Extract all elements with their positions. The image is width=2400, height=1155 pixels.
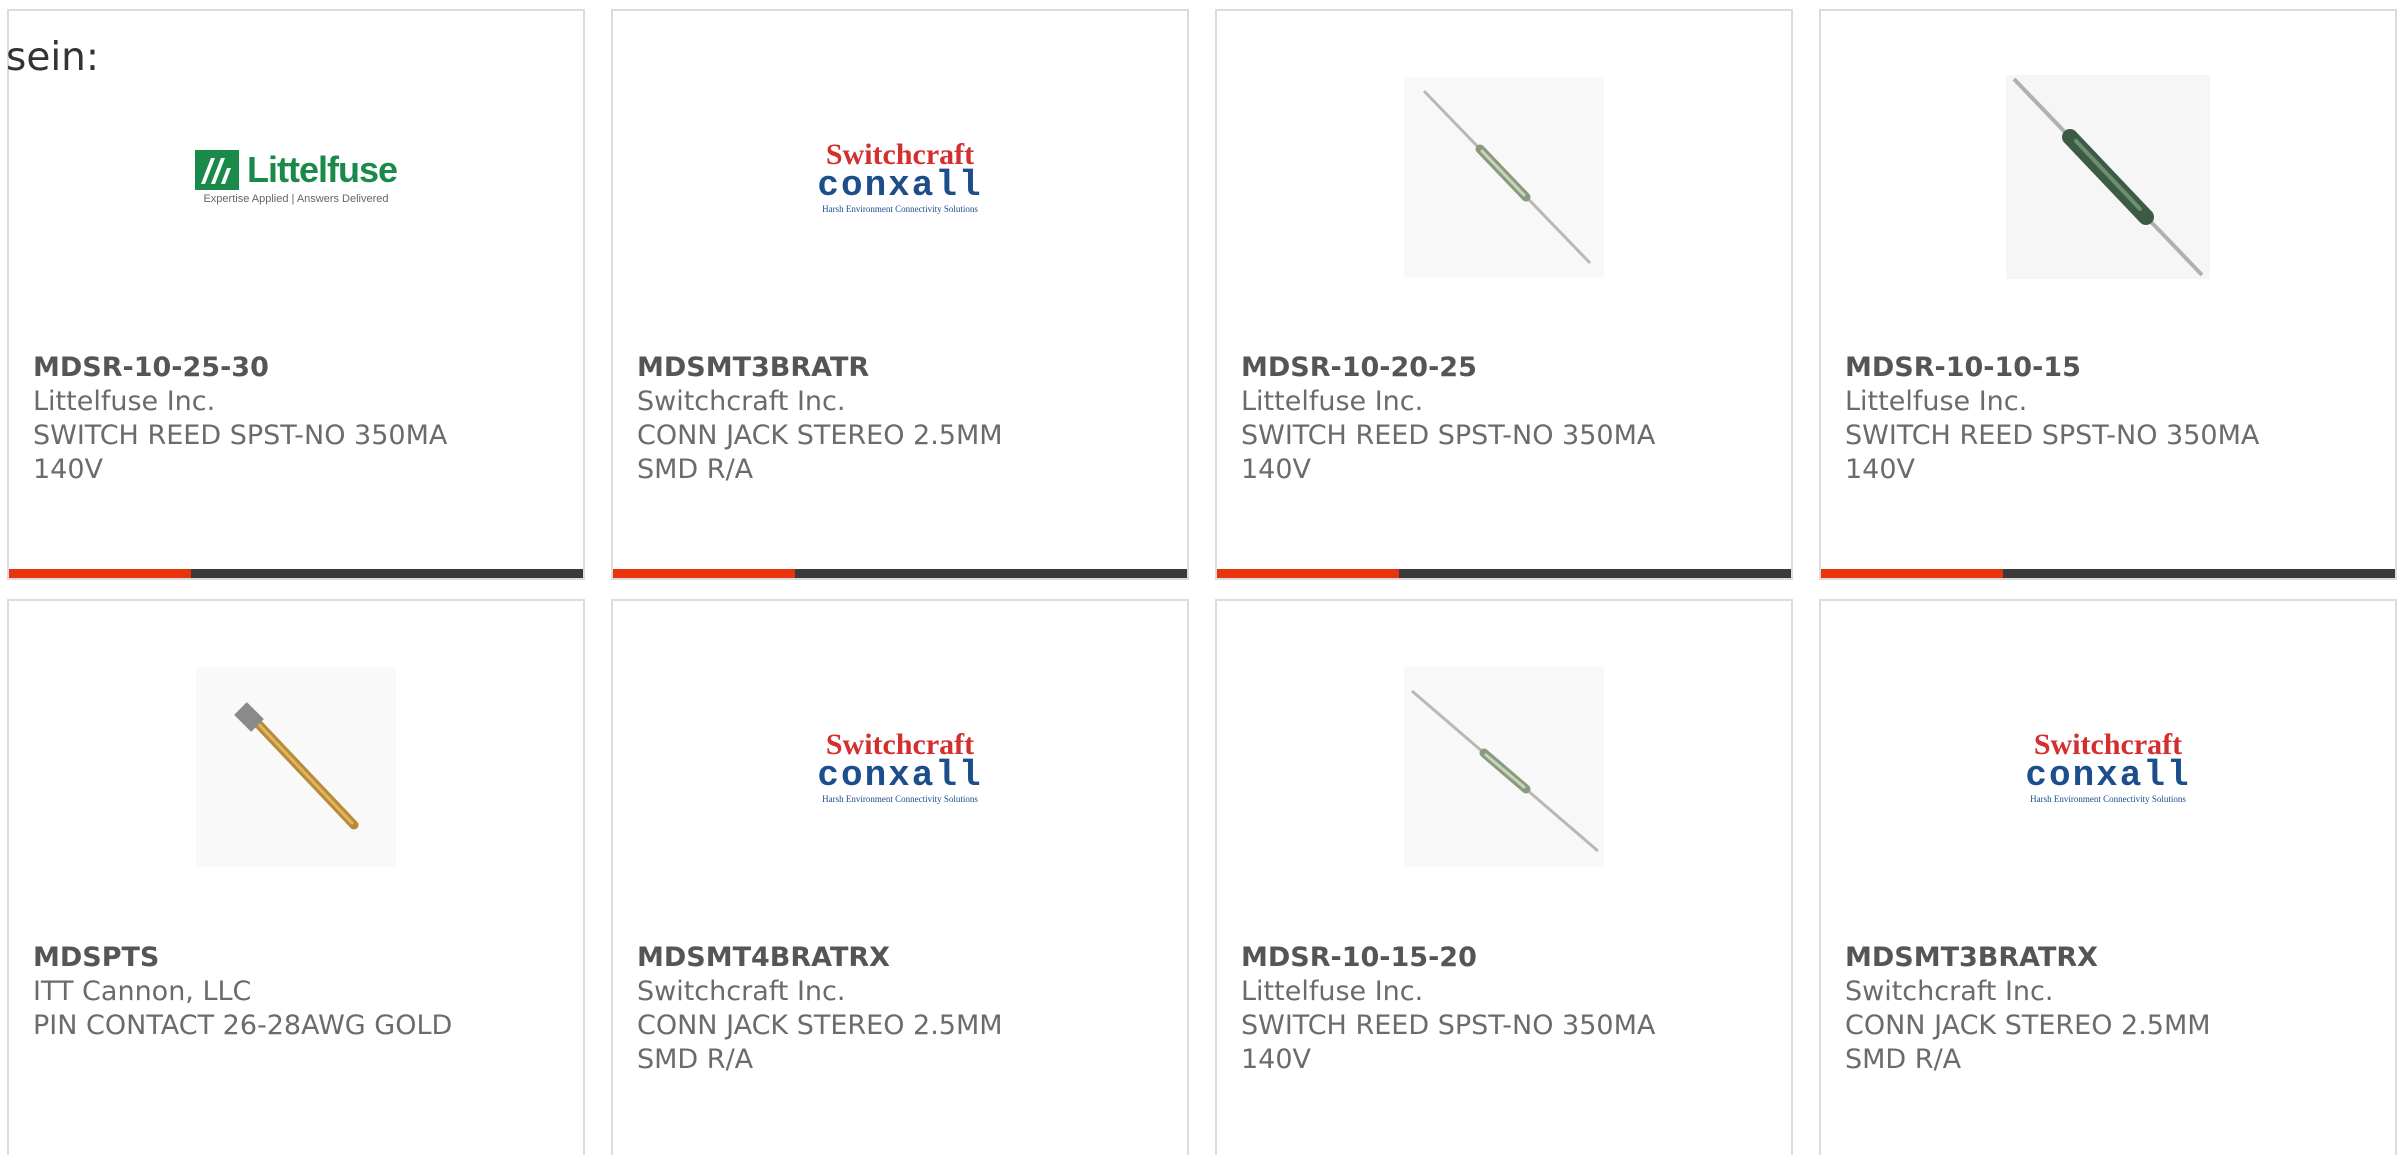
part-number[interactable]: MDSR-10-10-15	[1845, 351, 2371, 385]
product-image[interactable]: Switchcraft conxall Harsh Environment Co…	[613, 77, 1187, 277]
product-image[interactable]: Littelfuse Expertise Applied | Answers D…	[9, 77, 583, 277]
manufacturer: Littelfuse Inc.	[1241, 976, 1424, 1007]
manufacturer: Littelfuse Inc.	[33, 386, 216, 417]
product-info: MDSMT4BRATRX Switchcraft Inc. CONN JACK …	[637, 941, 1163, 1077]
description: SWITCH REED SPST-NO 350MA 140V	[33, 420, 448, 485]
manufacturer: Switchcraft Inc.	[637, 976, 846, 1007]
reed-switch-photo	[2006, 75, 2210, 279]
description: SWITCH REED SPST-NO 350MA 140V	[1845, 420, 2260, 485]
pin-contact-photo	[196, 667, 396, 867]
part-number[interactable]: MDSR-10-15-20	[1241, 941, 1767, 975]
switchcraft-tagline: Harsh Environment Connectivity Solutions	[822, 204, 978, 214]
conxall-wordmark: conxall	[817, 755, 983, 796]
card-accent-bar	[613, 569, 795, 578]
product-info: MDSMT3BRATRX Switchcraft Inc. CONN JACK …	[1845, 941, 2371, 1077]
product-card[interactable]: Switchcraft conxall Harsh Environment Co…	[611, 599, 1189, 1155]
switchcraft-tagline: Harsh Environment Connectivity Solutions	[2030, 794, 2186, 804]
littelfuse-logo: Littelfuse Expertise Applied | Answers D…	[194, 149, 398, 205]
card-bottom-bar	[613, 569, 1187, 578]
reed-switch-photo	[1404, 667, 1604, 867]
description: CONN JACK STEREO 2.5MM SMD R/A	[1845, 1010, 2211, 1075]
manufacturer: Switchcraft Inc.	[637, 386, 846, 417]
manufacturer: Littelfuse Inc.	[1845, 386, 2028, 417]
product-card[interactable]: Switchcraft conxall Harsh Environment Co…	[1819, 599, 2397, 1155]
littelfuse-mark-icon	[194, 150, 239, 190]
product-image[interactable]	[1217, 77, 1791, 277]
part-number[interactable]: MDSMT4BRATRX	[637, 941, 1163, 975]
switchcraft-conxall-logo: Switchcraft conxall Harsh Environment Co…	[817, 140, 982, 214]
card-accent-bar	[9, 569, 191, 578]
product-image[interactable]	[1217, 667, 1791, 867]
switchcraft-tagline: Harsh Environment Connectivity Solutions	[822, 794, 978, 804]
littelfuse-tagline: Expertise Applied | Answers Delivered	[203, 193, 389, 205]
part-number[interactable]: MDSPTS	[33, 941, 559, 975]
product-card[interactable]: Littelfuse Expertise Applied | Answers D…	[7, 9, 585, 580]
product-info: MDSR-10-25-30 Littelfuse Inc. SWITCH REE…	[33, 351, 559, 487]
product-card[interactable]: MDSR-10-20-25 Littelfuse Inc. SWITCH REE…	[1215, 9, 1793, 580]
intro-text: sein:	[6, 35, 100, 80]
product-info: MDSR-10-10-15 Littelfuse Inc. SWITCH REE…	[1845, 351, 2371, 487]
card-bottom-bar	[9, 569, 583, 578]
card-bottom-bar	[1217, 569, 1791, 578]
reed-switch-photo	[1404, 77, 1604, 277]
description: PIN CONTACT 26-28AWG GOLD	[33, 1010, 453, 1041]
product-card[interactable]: MDSR-10-10-15 Littelfuse Inc. SWITCH REE…	[1819, 9, 2397, 580]
manufacturer: Littelfuse Inc.	[1241, 386, 1424, 417]
conxall-wordmark: conxall	[817, 165, 983, 206]
description: CONN JACK STEREO 2.5MM SMD R/A	[637, 420, 1003, 485]
manufacturer: ITT Cannon, LLC	[33, 976, 252, 1007]
product-card[interactable]: MDSPTS ITT Cannon, LLC PIN CONTACT 26-28…	[7, 599, 585, 1155]
product-info: MDSPTS ITT Cannon, LLC PIN CONTACT 26-28…	[33, 941, 559, 1043]
switchcraft-conxall-logo: Switchcraft conxall Harsh Environment Co…	[2025, 730, 2190, 804]
card-accent-bar	[1821, 569, 2003, 578]
part-number[interactable]: MDSR-10-20-25	[1241, 351, 1767, 385]
product-info: MDSMT3BRATR Switchcraft Inc. CONN JACK S…	[637, 351, 1163, 487]
product-card[interactable]: MDSR-10-15-20 Littelfuse Inc. SWITCH REE…	[1215, 599, 1793, 1155]
part-number[interactable]: MDSR-10-25-30	[33, 351, 559, 385]
product-info: MDSR-10-20-25 Littelfuse Inc. SWITCH REE…	[1241, 351, 1767, 487]
product-image[interactable]: Switchcraft conxall Harsh Environment Co…	[613, 667, 1187, 867]
card-bottom-bar	[1821, 569, 2395, 578]
description: SWITCH REED SPST-NO 350MA 140V	[1241, 1010, 1656, 1075]
description: SWITCH REED SPST-NO 350MA 140V	[1241, 420, 1656, 485]
part-number[interactable]: MDSMT3BRATRX	[1845, 941, 2371, 975]
conxall-wordmark: conxall	[2025, 755, 2191, 796]
product-card[interactable]: Switchcraft conxall Harsh Environment Co…	[611, 9, 1189, 580]
product-info: MDSR-10-15-20 Littelfuse Inc. SWITCH REE…	[1241, 941, 1767, 1077]
product-image[interactable]: Switchcraft conxall Harsh Environment Co…	[1821, 667, 2395, 867]
description: CONN JACK STEREO 2.5MM SMD R/A	[637, 1010, 1003, 1075]
littelfuse-wordmark: Littelfuse	[246, 149, 398, 190]
card-accent-bar	[1217, 569, 1399, 578]
switchcraft-conxall-logo: Switchcraft conxall Harsh Environment Co…	[817, 730, 982, 804]
manufacturer: Switchcraft Inc.	[1845, 976, 2054, 1007]
product-grid-page: sein: Littelfuse Expertise Applied | Ans…	[0, 0, 2400, 1155]
product-image[interactable]	[9, 667, 583, 867]
part-number[interactable]: MDSMT3BRATR	[637, 351, 1163, 385]
product-image[interactable]	[1821, 75, 2395, 279]
